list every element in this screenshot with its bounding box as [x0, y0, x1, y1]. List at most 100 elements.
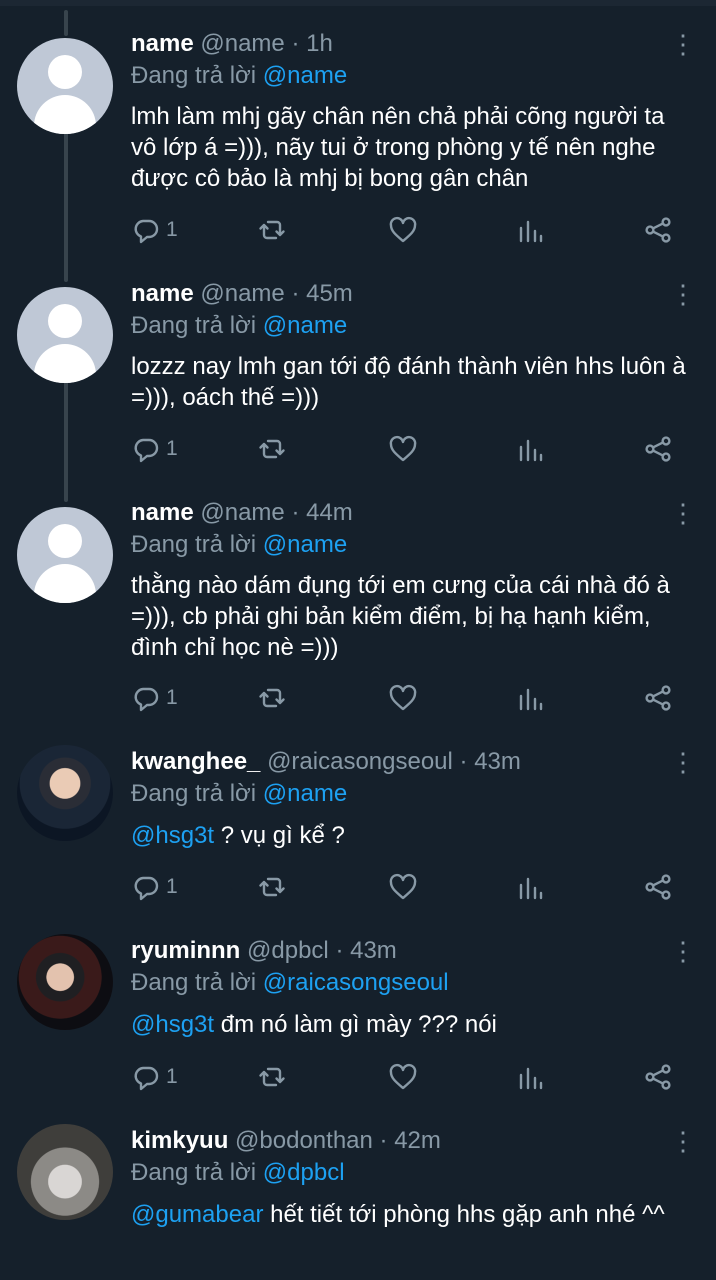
more-icon[interactable]: ⋮: [670, 745, 696, 779]
reply-icon: [132, 873, 160, 901]
mention-link[interactable]: @hsg3t: [131, 822, 214, 849]
more-icon[interactable]: ⋮: [670, 1124, 696, 1158]
reply-button[interactable]: 1: [132, 1060, 178, 1094]
reply-to-link[interactable]: @name: [263, 780, 347, 807]
timestamp: · 1h: [291, 30, 333, 57]
more-icon[interactable]: ⋮: [670, 934, 696, 968]
tweet-text: @hsg3t đm nó làm gì mày ??? nói: [131, 1009, 691, 1040]
more-icon[interactable]: ⋮: [670, 27, 696, 61]
share-button[interactable]: [644, 1060, 672, 1094]
action-bar: 1: [0, 432, 716, 466]
timestamp: · 43m: [459, 748, 521, 775]
replying-label: Đang trả lời: [131, 1159, 257, 1186]
handle[interactable]: @name: [200, 499, 284, 526]
stats-button[interactable]: [518, 870, 544, 904]
share-button[interactable]: [644, 213, 672, 247]
stats-button[interactable]: [518, 432, 544, 466]
reply-count: 1: [166, 437, 178, 460]
stats-icon: [518, 216, 544, 244]
like-icon: [388, 684, 418, 712]
more-icon[interactable]: ⋮: [670, 277, 696, 311]
reply-to-link[interactable]: @name: [263, 531, 347, 558]
retweet-icon: [258, 435, 286, 463]
reply-count: 1: [166, 686, 178, 709]
reply-button[interactable]: 1: [132, 870, 178, 904]
thread-line: [64, 10, 68, 36]
handle[interactable]: @name: [200, 280, 284, 307]
retweet-button[interactable]: [258, 870, 286, 904]
reply-to-link[interactable]: @name: [263, 312, 347, 339]
reply-icon: [132, 216, 160, 244]
avatar[interactable]: [17, 507, 113, 603]
share-button[interactable]: [644, 681, 672, 715]
avatar[interactable]: [17, 934, 113, 1030]
handle[interactable]: @raicasongseoul: [267, 748, 453, 775]
avatar[interactable]: [17, 745, 113, 841]
avatar[interactable]: [17, 38, 113, 134]
avatar[interactable]: [17, 287, 113, 383]
retweet-button[interactable]: [258, 432, 286, 466]
share-icon: [644, 216, 672, 244]
display-name[interactable]: kwanghee_: [131, 748, 260, 775]
timestamp: · 43m: [335, 937, 397, 964]
retweet-button[interactable]: [258, 681, 286, 715]
avatar[interactable]: [17, 1124, 113, 1220]
more-icon[interactable]: ⋮: [670, 496, 696, 530]
tweet-text: lozzz nay lmh gan tới độ đánh thành viên…: [131, 353, 686, 411]
action-bar: 1: [0, 1060, 716, 1094]
reply-count: 1: [166, 875, 178, 898]
share-icon: [644, 435, 672, 463]
reply-button[interactable]: 1: [132, 432, 178, 466]
reply-button[interactable]: 1: [132, 681, 178, 715]
timestamp: · 44m: [291, 499, 353, 526]
display-name[interactable]: name: [131, 280, 194, 307]
tweet-text: @hsg3t ? vụ gì kể ?: [131, 820, 691, 851]
tweet-text-body: hết tiết tới phòng hhs gặp anh nhé ^^: [263, 1201, 665, 1228]
retweet-icon: [258, 216, 286, 244]
like-button[interactable]: [388, 432, 418, 466]
thread-line: [64, 124, 68, 282]
stats-button[interactable]: [518, 213, 544, 247]
reply-icon: [132, 1063, 160, 1091]
share-button[interactable]: [644, 432, 672, 466]
stats-icon: [518, 873, 544, 901]
reply-to-link[interactable]: @dpbcl: [263, 1159, 345, 1186]
like-button[interactable]: [388, 681, 418, 715]
retweet-button[interactable]: [258, 1060, 286, 1094]
action-bar: 1: [0, 870, 716, 904]
reply-to-link[interactable]: @raicasongseoul: [263, 969, 449, 996]
tweet-text: @gumabear hết tiết tới phòng hhs gặp anh…: [131, 1199, 691, 1230]
tweet-text-body: đm nó làm gì mày ??? nói: [214, 1011, 497, 1038]
reply-to-link[interactable]: @name: [263, 62, 347, 89]
stats-button[interactable]: [518, 681, 544, 715]
like-button[interactable]: [388, 1060, 418, 1094]
handle[interactable]: @name: [200, 30, 284, 57]
share-button[interactable]: [644, 870, 672, 904]
retweet-icon: [258, 684, 286, 712]
retweet-button[interactable]: [258, 213, 286, 247]
timestamp: · 45m: [291, 280, 353, 307]
reply-count: 1: [166, 1065, 178, 1088]
display-name[interactable]: name: [131, 30, 194, 57]
stats-button[interactable]: [518, 1060, 544, 1094]
reply-button[interactable]: 1: [132, 213, 178, 247]
handle[interactable]: @bodonthan: [235, 1127, 373, 1154]
like-icon: [388, 435, 418, 463]
display-name[interactable]: kimkyuu: [131, 1127, 228, 1154]
share-icon: [644, 684, 672, 712]
like-button[interactable]: [388, 213, 418, 247]
display-name[interactable]: ryuminnn: [131, 937, 240, 964]
tweet-text-body: ? vụ gì kể ?: [214, 822, 345, 849]
display-name[interactable]: name: [131, 499, 194, 526]
like-button[interactable]: [388, 870, 418, 904]
stats-icon: [518, 1063, 544, 1091]
replying-label: Đang trả lời: [131, 780, 257, 807]
stats-icon: [518, 435, 544, 463]
mention-link[interactable]: @hsg3t: [131, 1011, 214, 1038]
tweet-text: thằng nào dám đụng tới em cưng của cái n…: [131, 572, 670, 661]
retweet-icon: [258, 1063, 286, 1091]
mention-link[interactable]: @gumabear: [131, 1201, 263, 1228]
share-icon: [644, 1063, 672, 1091]
reply-count: 1: [166, 218, 178, 241]
handle[interactable]: @dpbcl: [247, 937, 329, 964]
